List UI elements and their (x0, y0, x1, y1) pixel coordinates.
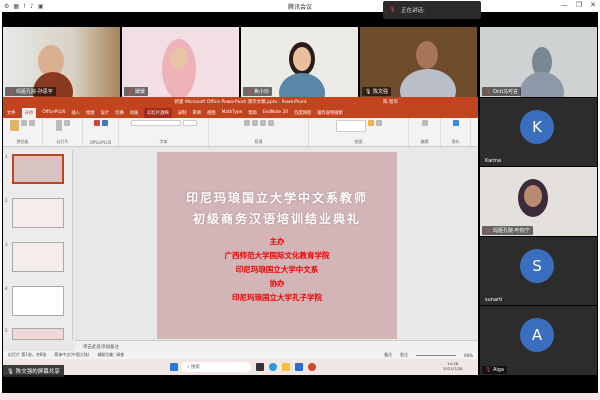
co-host-org: 印尼玛琅国立大学孔子学院 (232, 293, 322, 302)
group-clipboard: 剪贴板 (3, 118, 43, 146)
clock[interactable]: 10:26 2023/7/28 (443, 361, 462, 371)
group-slides: 幻灯片 (43, 118, 83, 146)
title-bar: ⚙ ▦ ⌇ ♪ ▣ 腾讯会议 (0, 0, 600, 12)
speaking-indicator: 🎙 正在讲话: (383, 1, 481, 19)
tab-mathtype[interactable]: MathType (222, 110, 243, 115)
video-tile[interactable]: 🎙 Octi马可言 (480, 27, 597, 97)
bottom-strip (0, 393, 600, 400)
network-icon[interactable]: ⌇ (23, 3, 26, 10)
mic-muted-icon: 🎙 (485, 367, 492, 373)
slide-thumbnail[interactable] (12, 286, 64, 316)
group-save: 保存 (441, 118, 471, 146)
tab-record[interactable]: 录制 (178, 110, 187, 116)
tab-draw[interactable]: 绘图 (86, 110, 95, 116)
host-org-1: 广西师范大学国际文化教育学院 (224, 251, 330, 260)
tab-insert[interactable]: 插入 (71, 110, 80, 116)
slide-thumbnail[interactable] (12, 242, 64, 272)
slide-canvas[interactable]: 印尼玛琅国立大学中文系教师 初级商务汉语培训结业典礼 主办 广西师范大学国际文化… (157, 152, 397, 339)
video-tile[interactable]: 🎙 陈文强 (360, 27, 477, 97)
avatar: A (520, 318, 554, 352)
windows-taskbar: ⌕ 搜索 10:26 2023/7/28 (3, 359, 478, 375)
mic-muted-icon: 🎙 (485, 228, 492, 234)
start-icon[interactable] (170, 363, 178, 371)
close-button[interactable]: ✕ (590, 1, 596, 9)
task-view-icon[interactable] (256, 363, 264, 371)
video-tile[interactable]: 🎙 玛娅孔院-孙思宇 (3, 27, 120, 97)
slide-thumbnails: 1 2 3 4 5 (3, 150, 73, 340)
mic-muted-icon: 🎙 (485, 89, 492, 95)
tab-review[interactable]: 审阅 (192, 110, 201, 116)
participant-tile[interactable]: S sunarti (480, 237, 597, 305)
video-tile[interactable]: 🎙 媛媛 (122, 27, 239, 97)
settings-icon[interactable]: ⚙ (4, 3, 9, 10)
slide-title-line1: 印尼玛琅国立大学中文系教师 (185, 191, 368, 205)
participant-tile[interactable]: A 🎙 Aiga (480, 306, 597, 375)
shared-screen-powerpoint: 新建 Microsoft Office PowerPoint 演示文稿.pptx… (3, 97, 478, 375)
slide-thumbnail[interactable] (12, 328, 64, 340)
store-icon[interactable] (295, 363, 303, 371)
group-editing: 编辑 (409, 118, 441, 146)
group-font: 字体 (119, 118, 209, 146)
audio-icon[interactable]: ♪ (30, 3, 34, 10)
co-host-label: 协办 (269, 279, 285, 288)
tab-endnote[interactable]: EndNote 20 (263, 110, 288, 115)
tab-design[interactable]: 设计 (101, 110, 110, 116)
tell-me-search[interactable]: 操作说明搜索 (317, 110, 343, 116)
video-tile[interactable]: 🎙 焦小玲 (241, 27, 358, 97)
mic-muted-icon: 🎙 (8, 89, 15, 95)
video-tile[interactable]: 🎙 玛娅孔院-叶钧宁 (480, 167, 597, 236)
mic-muted-icon: 🎙 (246, 89, 253, 95)
tab-baidu[interactable]: 百度网盘 (294, 110, 311, 116)
host-org-2: 印尼玛琅国立大学中文系 (235, 265, 319, 274)
tab-slideshow[interactable]: 幻灯片放映 (144, 107, 172, 118)
mic-icon: 🎙 (389, 7, 396, 13)
group-officeplus: OfficePLUS (83, 118, 119, 146)
tab-officeplus[interactable]: OfficePLUS (42, 110, 65, 115)
slide-thumbnail[interactable] (12, 154, 64, 184)
minimize-button[interactable]: — (561, 1, 568, 9)
powerpoint-icon[interactable] (308, 363, 316, 371)
tab-file[interactable]: 文件 (7, 110, 16, 116)
participant-tile[interactable]: K Karina (480, 98, 597, 166)
tab-view[interactable]: 视图 (207, 110, 216, 116)
slide-title-line2: 初级商务汉语培训结业典礼 (192, 212, 361, 226)
restore-button[interactable]: ❐ (576, 1, 582, 9)
tab-help[interactable]: 帮助 (248, 110, 257, 116)
layout-icon[interactable]: ▣ (38, 3, 44, 10)
tab-animations[interactable]: 动画 (130, 110, 139, 116)
tab-home[interactable]: 开始 (21, 107, 37, 118)
info-icon[interactable]: ▦ (13, 3, 19, 10)
group-drawing: 绘图 (309, 118, 409, 146)
window-title: 腾讯会议 (287, 3, 312, 11)
avatar: S (520, 249, 554, 283)
tab-transitions[interactable]: 切换 (115, 110, 124, 116)
ribbon: 剪贴板 幻灯片 OfficePLUS 字体 段落 绘图 编辑 保存 (3, 118, 478, 147)
file-explorer-icon[interactable] (282, 363, 290, 371)
mic-muted-icon: 🎙 (127, 89, 134, 95)
mic-icon: 🎙 (7, 369, 14, 375)
zoom-slider[interactable] (416, 354, 457, 356)
ppt-title-bar: 新建 Microsoft Office PowerPoint 演示文稿.pptx… (3, 97, 478, 107)
taskbar-search[interactable]: ⌕ 搜索 (181, 362, 251, 372)
status-bar: 幻灯片 第1张，共8张 简体中文(中国大陆) 辅助功能: 调查 备注 批注 60% (3, 351, 478, 359)
notes-pane[interactable]: 单击此处添加备注 (75, 340, 478, 351)
screen-share-label: 🎙 陈文强的屏幕共享 (3, 365, 64, 377)
edge-icon[interactable] (269, 363, 277, 371)
mic-icon: 🎙 (365, 89, 372, 95)
host-label: 主办 (269, 237, 285, 246)
group-paragraph: 段落 (209, 118, 309, 146)
avatar: K (520, 110, 554, 144)
ribbon-tabs: 文件 开始 OfficePLUS 插入 绘图 设计 切换 动画 幻灯片放映 录制… (3, 107, 478, 118)
slide-thumbnail[interactable] (12, 198, 64, 228)
